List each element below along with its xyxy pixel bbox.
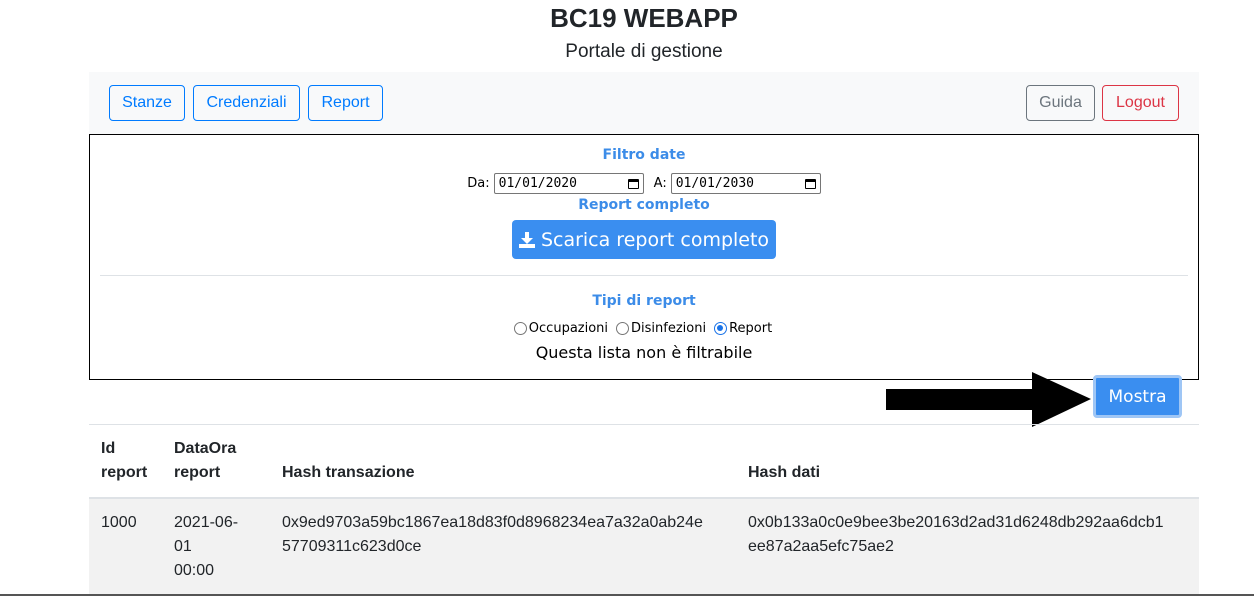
cell-dataora: 2021-06- 01 00:00 xyxy=(162,498,270,595)
cell-date-line1: 2021-06- xyxy=(174,514,239,531)
cell-date-line2: 01 xyxy=(174,538,192,555)
table-header-row: Id report DataOra report Hash transazion… xyxy=(89,425,1199,499)
report-list-note: Questa lista non è filtrabile xyxy=(535,343,753,362)
app-title: BC19 WEBAPP xyxy=(550,3,738,33)
radio-occupazioni[interactable] xyxy=(513,322,527,335)
calendar-icon[interactable] xyxy=(804,178,816,189)
cell-id: 1000 xyxy=(89,498,162,595)
to-date-value: 01/01/2030 xyxy=(675,176,754,191)
nav-stanze-button[interactable]: Stanze xyxy=(109,85,185,121)
date-filter-heading: Filtro date xyxy=(602,147,686,163)
navbar: Stanze Credenziali Report Guida Logout xyxy=(89,72,1199,134)
col-hash-transazione: Hash transazione xyxy=(270,425,736,499)
download-icon xyxy=(518,231,535,248)
cell-date-line3: 00:00 xyxy=(174,562,215,579)
cell-hash-data-line2: ee87a2aa5efc75ae2 xyxy=(748,538,894,555)
download-full-report-button[interactable]: Scarica report completo xyxy=(512,220,776,259)
col-id-line1: Id xyxy=(101,440,116,457)
guida-button[interactable]: Guida xyxy=(1026,85,1095,121)
download-button-label: Scarica report completo xyxy=(540,228,770,251)
date-range-row: Da: 01/01/2020 A: 01/01/2030 xyxy=(90,173,1198,194)
panel-divider xyxy=(100,275,1188,276)
radio-disinfezioni-label: Disinfezioni xyxy=(631,321,707,336)
calendar-icon[interactable] xyxy=(627,178,639,189)
full-report-heading: Report completo xyxy=(578,197,710,213)
app-subtitle: Portale di gestione xyxy=(565,41,723,62)
col-id-report: Id report xyxy=(89,425,162,499)
col-date-line2: report xyxy=(174,464,221,481)
logout-button[interactable]: Logout xyxy=(1102,85,1179,121)
nav-report-button[interactable]: Report xyxy=(308,85,383,121)
report-types-heading: Tipi di report xyxy=(592,293,696,309)
cell-hash-transazione: 0x9ed9703a59bc1867ea18d83f0d8968234ea7a3… xyxy=(270,498,736,595)
report-table: Id report DataOra report Hash transazion… xyxy=(89,425,1199,595)
report-type-radio-group: Occupazioni Disinfezioni Report xyxy=(90,321,1198,336)
col-id-line2: report xyxy=(101,464,148,481)
col-dataora-report: DataOra report xyxy=(162,425,270,499)
cell-hash-dati: 0x0b133a0c0e9bee3be20163d2ad31d6248db292… xyxy=(736,498,1199,595)
filter-panel: Filtro date Da: 01/01/2020 A: 01/01/2030… xyxy=(89,134,1199,380)
from-date-input[interactable]: 01/01/2020 xyxy=(493,173,644,194)
table-row[interactable]: 1000 2021-06- 01 00:00 0x9ed9703a59bc186… xyxy=(89,498,1199,595)
radio-report-label: Report xyxy=(729,321,773,336)
to-date-input[interactable]: 01/01/2030 xyxy=(670,173,821,194)
cell-hash-tx-line1: 0x9ed9703a59bc1867ea18d83f0d8968234ea7a3… xyxy=(282,514,703,531)
radio-occupazioni-label: Occupazioni xyxy=(528,321,609,336)
cell-hash-tx-line2: 57709311c623d0ce xyxy=(282,538,422,555)
col-hash-dati: Hash dati xyxy=(736,425,1199,499)
col-date-line1: DataOra xyxy=(174,440,237,457)
radio-disinfezioni[interactable] xyxy=(616,322,630,335)
to-date-label: A: xyxy=(653,176,667,191)
show-button[interactable]: Mostra xyxy=(1093,375,1182,418)
cell-hash-data-line1: 0x0b133a0c0e9bee3be20163d2ad31d6248db292… xyxy=(748,514,1164,531)
nav-credenziali-button[interactable]: Credenziali xyxy=(193,85,300,121)
from-date-value: 01/01/2020 xyxy=(498,176,577,191)
from-date-label: Da: xyxy=(467,176,490,191)
radio-report[interactable] xyxy=(714,322,728,335)
arrow-pointer-icon xyxy=(886,372,1091,427)
